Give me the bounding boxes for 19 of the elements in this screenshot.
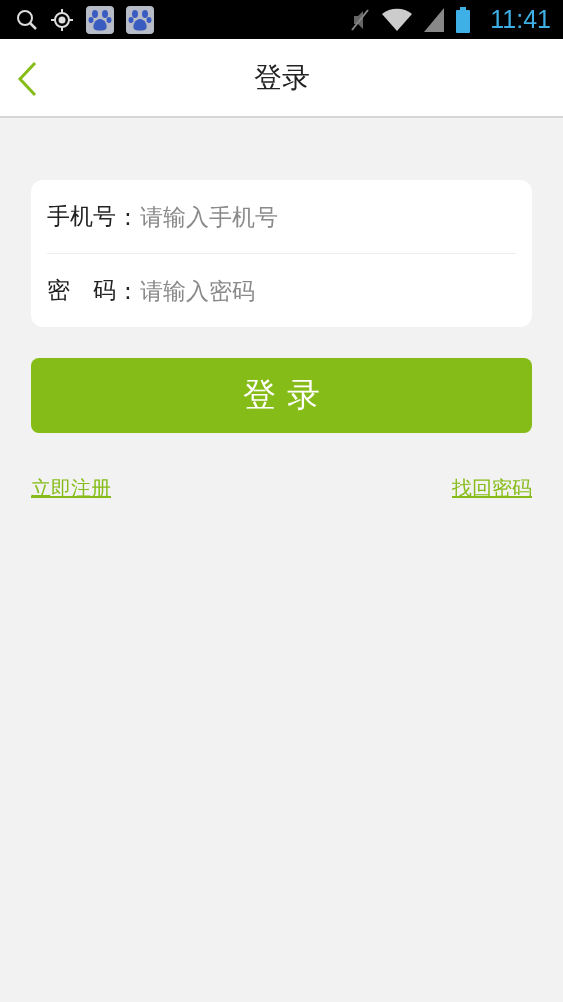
page-title: 登录 <box>253 59 310 96</box>
label-colon: : <box>124 277 132 304</box>
label-colon: : <box>124 203 132 230</box>
paw-app-icon[interactable] <box>126 5 154 34</box>
search-icon <box>16 8 38 31</box>
register-link[interactable]: 立即注册 <box>31 475 111 502</box>
input-field[interactable]: 请输入密码 <box>139 270 516 311</box>
location-icon <box>50 7 74 32</box>
field-label: 手机号 <box>47 202 116 231</box>
mute-icon <box>350 7 371 32</box>
signal-icon <box>424 7 445 32</box>
clock-time: 11:41 <box>490 5 551 34</box>
field-label: 密 码 <box>47 276 116 305</box>
login-button[interactable]: 登 录 <box>31 358 532 433</box>
battery-icon <box>456 6 471 33</box>
wifi-icon <box>382 7 413 32</box>
input-field[interactable]: 请输入手机号 <box>139 196 516 237</box>
forgot-password-link[interactable]: 找回密码 <box>452 475 532 502</box>
paw-app-icon[interactable] <box>86 5 114 34</box>
